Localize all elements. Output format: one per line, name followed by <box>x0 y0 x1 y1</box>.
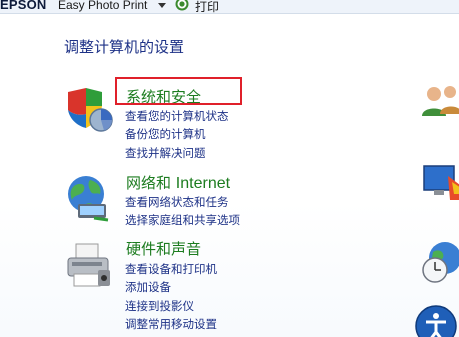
link-connect-projector[interactable]: 连接到投影仪 <box>125 298 194 314</box>
easy-photo-print-button[interactable]: Easy Photo Print <box>58 0 147 12</box>
category-hardware-sound[interactable]: 硬件和声音 <box>126 238 201 259</box>
epson-toolbar: EPSON Easy Photo Print 打印 <box>0 0 459 14</box>
appearance-icon[interactable] <box>420 160 459 204</box>
link-devices-printers[interactable]: 查看设备和打印机 <box>125 261 217 277</box>
category-network-label-cn: 网络和 <box>126 174 172 192</box>
link-homegroup-sharing[interactable]: 选择家庭组和共享选项 <box>125 212 240 228</box>
link-view-computer-status[interactable]: 查看您的计算机状态 <box>125 108 229 124</box>
printer-icon[interactable] <box>64 240 114 290</box>
epson-logo: EPSON <box>0 0 47 12</box>
network-globe-icon[interactable] <box>64 172 114 222</box>
highlight-box <box>115 77 242 105</box>
shield-icon[interactable] <box>64 84 114 134</box>
page-title: 调整计算机的设置 <box>64 38 185 56</box>
link-backup-computer[interactable]: 备份您的计算机 <box>125 126 206 142</box>
category-network-label-en: Internet <box>175 175 231 192</box>
link-troubleshoot[interactable]: 查找并解决问题 <box>125 145 206 161</box>
print-button[interactable]: 打印 <box>195 0 219 15</box>
print-icon[interactable] <box>175 0 189 11</box>
link-mobility-settings[interactable]: 调整常用移动设置 <box>125 316 217 332</box>
link-view-network-status[interactable]: 查看网络状态和任务 <box>125 194 229 210</box>
link-add-device[interactable]: 添加设备 <box>125 279 171 295</box>
user-accounts-icon[interactable] <box>418 80 459 124</box>
control-panel-page: EPSON Easy Photo Print 打印 调整计算机的设置 系统和安全… <box>0 0 459 337</box>
category-network-internet[interactable]: 网络和 Internet <box>126 172 230 193</box>
dropdown-arrow-icon[interactable] <box>158 3 166 8</box>
ease-of-access-icon[interactable] <box>414 304 458 337</box>
clock-globe-icon[interactable] <box>419 240 459 284</box>
